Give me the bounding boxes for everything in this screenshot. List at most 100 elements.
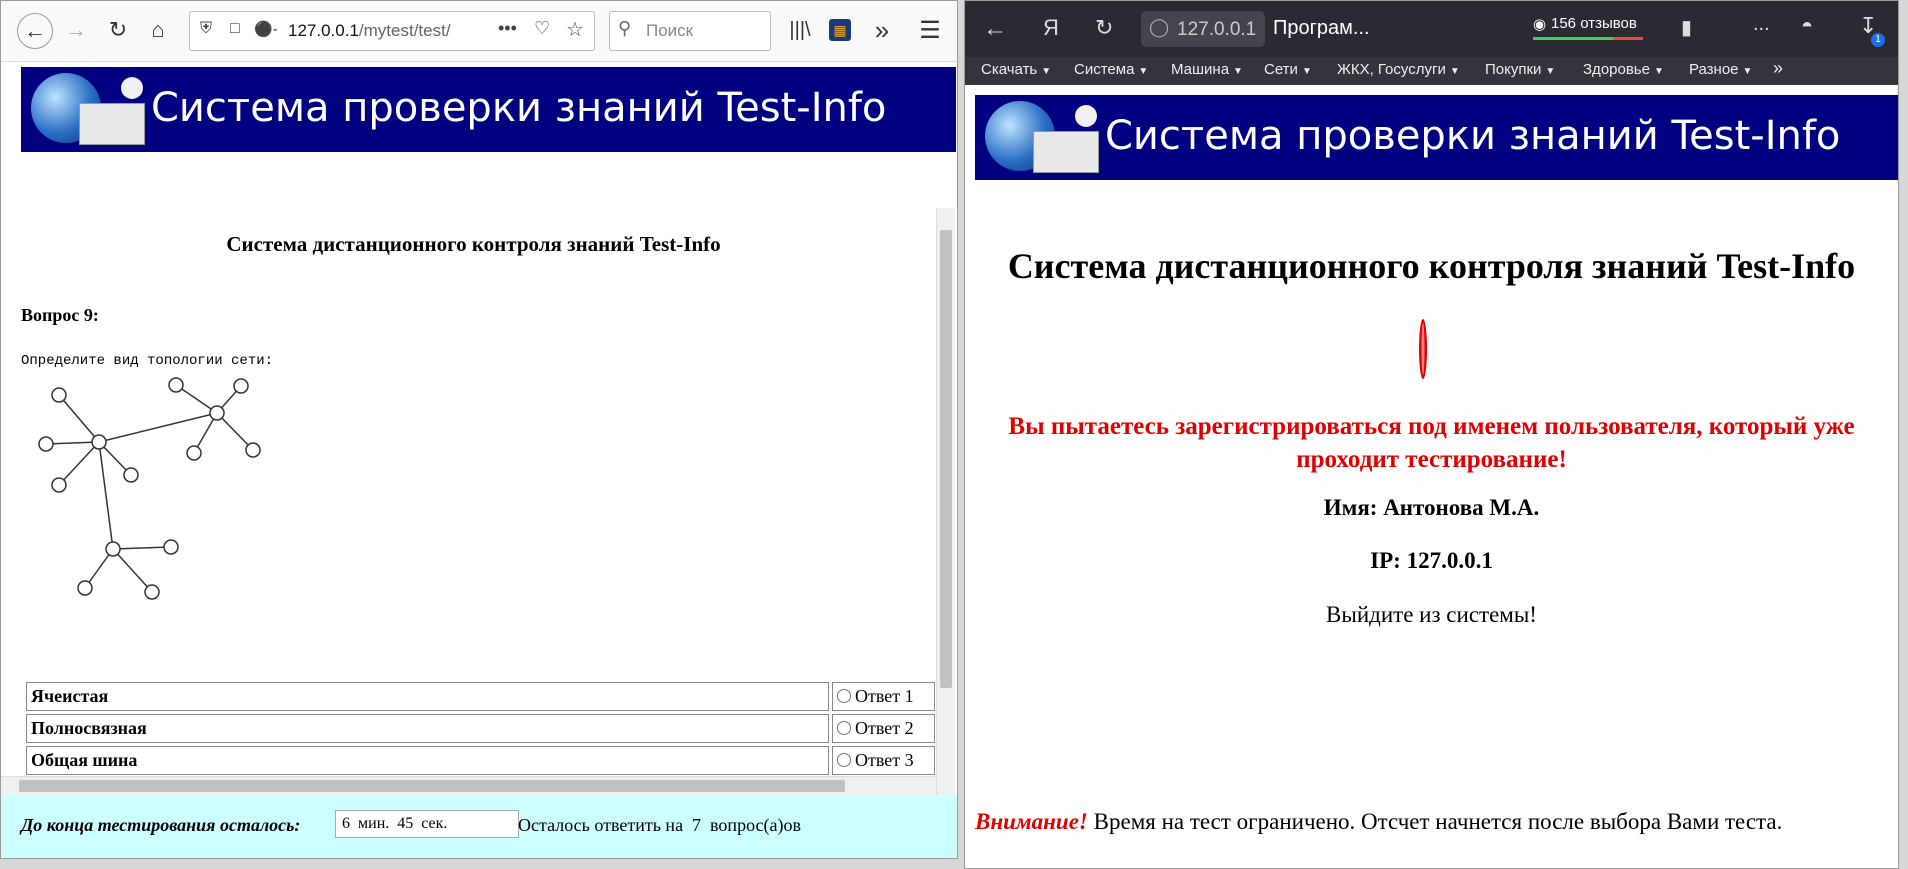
person-head-icon — [121, 77, 143, 99]
network-node — [168, 377, 184, 393]
extensions-icon[interactable]: ◓ — [1801, 15, 1813, 38]
reload-icon[interactable]: ↻ — [101, 13, 135, 47]
radio-button[interactable] — [837, 689, 851, 703]
overflow-icon[interactable]: » — [865, 13, 899, 47]
bookmark-star-icon[interactable]: ☆ — [566, 17, 584, 42]
back-icon[interactable]: ← — [17, 13, 53, 49]
search-icon: ⚲ — [618, 18, 632, 38]
yandex-toolbar: ← Я ↻ ◯ 127.0.0.1 Програм... ◉ 156 отзыв… — [965, 1, 1898, 57]
radio-button[interactable] — [837, 721, 851, 735]
library-icon[interactable]: |||\ — [783, 13, 817, 47]
page-title: Система дистанционного контроля знаний T… — [226, 232, 721, 256]
bookmarks-bar: Скачать ▼ Система ▼ Машина ▼ Сети ▼ ЖКХ, Гос… — [965, 57, 1898, 85]
bookmark-folder[interactable]: Здоровье ▼ — [1583, 61, 1664, 78]
forward-icon[interactable]: → — [59, 13, 93, 47]
network-node — [51, 477, 67, 493]
bookmark-folder[interactable]: Покупки ▼ — [1485, 61, 1555, 78]
answer-option-3[interactable]: Ответ 3 — [832, 746, 935, 775]
network-topology-image — [38, 377, 261, 600]
horizontal-scrollbar[interactable] — [1, 776, 936, 795]
tab-title: Програм... — [1273, 17, 1370, 39]
bookmarks-overflow-icon[interactable]: » — [1773, 58, 1783, 79]
network-node — [245, 442, 261, 458]
menu-ellipsis[interactable]: ... — [1753, 13, 1770, 36]
network-node — [51, 387, 67, 403]
menu-icon[interactable]: ☰ — [913, 13, 947, 47]
right-browser-window: ← Я ↻ ◯ 127.0.0.1 Програм... ◉ 156 отзыв… — [964, 0, 1899, 869]
search-field[interactable]: ⚲ Поиск — [609, 11, 771, 51]
computer-figure-icon — [1033, 131, 1099, 173]
rating-bar-negative — [1613, 37, 1643, 40]
answer-option-2[interactable]: Ответ 2 — [832, 714, 935, 743]
left-browser-window: ← → ↻ ⌂ ⛨ □ ⚫- 127.0.0.1/mytest/test/ ••… — [0, 0, 958, 859]
answer-option-1[interactable]: Ответ 1 — [832, 682, 935, 711]
home-icon[interactable]: ⌂ — [141, 13, 175, 47]
network-node — [38, 436, 54, 452]
timer-field[interactable]: 6 мин. 45 сек. — [335, 810, 519, 838]
shield-icon: ⛨ — [200, 20, 213, 37]
bookmark-folder[interactable]: Сети ▼ — [1264, 61, 1312, 78]
bookmark-folder[interactable]: Разное ▼ — [1689, 61, 1752, 78]
globe-icon: ◯ — [1149, 17, 1170, 37]
page-actions-icon[interactable]: ••• — [498, 18, 517, 39]
back-icon[interactable]: ← — [983, 15, 1007, 43]
page-icon: □ — [230, 20, 240, 37]
vertical-scrollbar[interactable] — [936, 208, 955, 828]
banner-title: Система проверки знаний Test-Info — [151, 85, 887, 131]
network-node — [163, 539, 179, 555]
timer-footer: До конца тестирования осталось: 6 мин. 4… — [1, 795, 957, 858]
scrollbar-thumb[interactable] — [940, 230, 952, 688]
person-head-icon — [1075, 105, 1097, 127]
banner-title: Система проверки знаний Test-Info — [1105, 113, 1841, 159]
reviews-button[interactable]: ◉ 156 отзывов — [1531, 13, 1653, 43]
reload-icon[interactable]: ↻ — [1095, 15, 1113, 41]
user-ip: IP: 127.0.0.1 — [1370, 548, 1493, 573]
bookmark-icon[interactable]: ▮ — [1681, 15, 1692, 40]
answer-text: Полносвязная — [26, 714, 829, 743]
user-name: Имя: Антонова М.А. — [1323, 495, 1540, 520]
bookmark-folder[interactable]: Система ▼ — [1074, 61, 1148, 78]
network-node — [144, 584, 160, 600]
answers-table: Ячеистая Ответ 1 Полносвязная Ответ 2 Об… — [23, 679, 938, 778]
right-page-content: Система проверки знаний Test-Info Систем… — [965, 85, 1898, 868]
firefox-toolbar: ← → ↻ ⌂ ⛨ □ ⚫- 127.0.0.1/mytest/test/ ••… — [1, 1, 957, 62]
reviews-count: 156 отзывов — [1551, 15, 1637, 32]
duplicate-user-warning: Вы пытаетесь зарегистрироваться под имен… — [1008, 413, 1855, 473]
download-badge: 1 — [1871, 33, 1885, 47]
scrollbar-thumb[interactable] — [19, 780, 845, 792]
computer-figure-icon — [79, 103, 145, 145]
network-node — [105, 541, 121, 557]
answer-row: Ячеистая Ответ 1 — [26, 682, 935, 711]
timer-label: До конца тестирования осталось: — [21, 815, 301, 835]
page-title: Система дистанционного контроля знаний T… — [1007, 246, 1856, 286]
time-notice: Внимание! Время на тест ограничено. Отсч… — [975, 809, 1782, 835]
address-pill[interactable]: ◯ 127.0.0.1 — [1141, 11, 1265, 47]
yandex-logo-icon[interactable]: Я — [1043, 15, 1059, 41]
url-bar[interactable]: ⛨ □ ⚫- 127.0.0.1/mytest/test/ ••• ♡ ☆ — [189, 11, 595, 51]
comment-icon: ◉ — [1533, 16, 1547, 33]
pocket-icon[interactable]: ♡ — [534, 18, 550, 39]
question-number: Вопрос 9: — [21, 305, 99, 325]
left-page-content: Система проверки знаний Test-Info Систем… — [1, 62, 957, 858]
url-text: 127.0.0.1/mytest/test/ — [288, 21, 451, 40]
notice-label: Внимание! — [975, 809, 1088, 834]
network-node — [123, 467, 139, 483]
warning-spinner-icon — [1419, 319, 1427, 379]
bookmark-folder[interactable]: Машина ▼ — [1171, 61, 1243, 78]
bookmark-folder[interactable]: ЖКХ, Госуслуги ▼ — [1337, 61, 1460, 78]
answer-row: Полносвязная Ответ 2 — [26, 714, 935, 743]
remaining-questions: Осталось ответить на 7 вопрос(а)ов — [518, 815, 801, 835]
bookmark-folder[interactable]: Скачать ▼ — [981, 61, 1051, 78]
address-text: 127.0.0.1 — [1177, 19, 1257, 40]
network-node — [186, 445, 202, 461]
key-icon: ⚫- — [254, 21, 278, 38]
site-banner: Система проверки знаний Test-Info — [21, 67, 956, 152]
answer-text: Ячеистая — [26, 682, 829, 711]
rating-bar-positive — [1533, 37, 1613, 40]
notice-text: Время на тест ограничено. Отсчет начнетс… — [1087, 809, 1783, 834]
network-node — [209, 405, 225, 421]
answer-row: Общая шина Ответ 3 — [26, 746, 935, 775]
radio-button[interactable] — [837, 753, 851, 767]
extension-icon[interactable]: ▦ — [829, 19, 851, 41]
search-placeholder: Поиск — [646, 21, 694, 40]
